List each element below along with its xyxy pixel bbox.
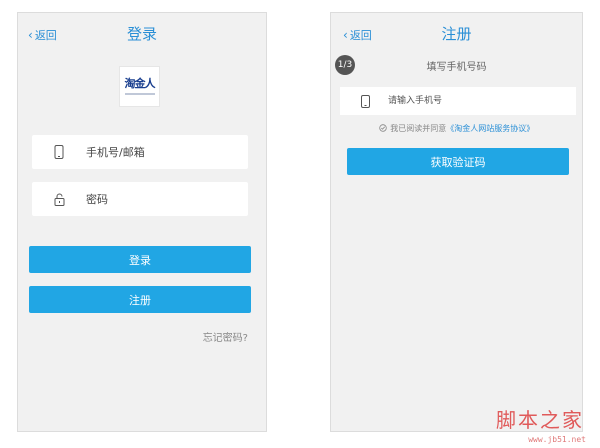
get-code-button[interactable]: 获取验证码 [347, 148, 569, 175]
watermark: 脚本之家 www.jb51.net [482, 404, 592, 444]
password-field[interactable] [32, 182, 248, 216]
password-input[interactable] [84, 191, 238, 207]
phone-icon [358, 94, 372, 108]
account-input[interactable] [84, 144, 238, 160]
logo-text: 淘金人 [124, 77, 156, 90]
watermark-text: 脚本之家 [496, 408, 584, 432]
lock-icon [50, 193, 68, 206]
terms-link[interactable]: 《淘金人网站服务协议》 [446, 124, 534, 133]
register-screen: ‹ 返回 注册 1/3 填写手机号码 我已阅读并同意《淘金人网站服务协议》 获取… [330, 12, 583, 432]
agree-text: 我已阅读并同意 [390, 124, 447, 133]
agreement-row: 我已阅读并同意《淘金人网站服务协议》 [331, 123, 582, 134]
login-button[interactable]: 登录 [29, 246, 251, 273]
phone-icon [50, 145, 68, 159]
phone-input[interactable] [386, 95, 570, 107]
account-field[interactable] [32, 135, 248, 169]
page-title: 登录 [126, 25, 157, 43]
logo: 淘金人 [119, 66, 160, 107]
agree-checkbox[interactable] [379, 124, 390, 133]
logo-underline [124, 93, 155, 95]
forgot-password-link[interactable]: 忘记密码? [203, 329, 248, 344]
register-button[interactable]: 注册 [29, 286, 251, 313]
watermark-url: www.jb51.net [528, 435, 586, 444]
phone-field[interactable] [340, 87, 576, 115]
step-title: 填写手机号码 [426, 62, 487, 73]
login-screen: ‹ 返回 登录 淘金人 登录 注册 忘记密码? [17, 12, 267, 432]
step-indicator: 1/3 填写手机号码 [331, 55, 582, 75]
page-title: 注册 [441, 25, 472, 43]
